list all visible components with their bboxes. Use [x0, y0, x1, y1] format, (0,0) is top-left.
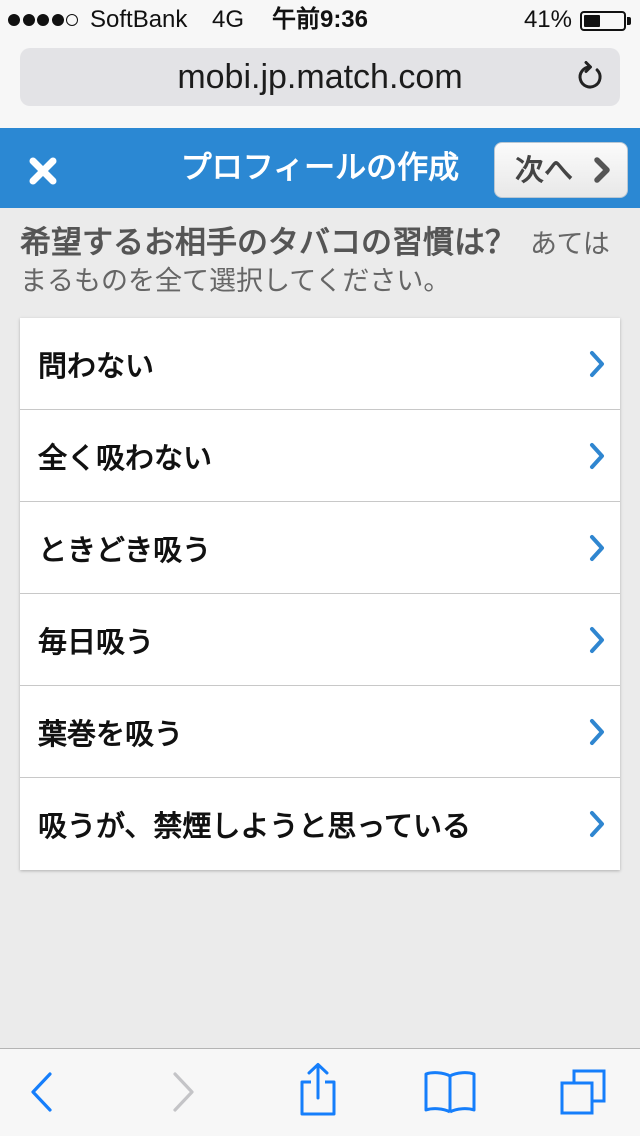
tabs-button[interactable] [559, 1068, 607, 1116]
option-never-smokes[interactable]: 全く吸わない [20, 410, 620, 502]
address-bar: mobi.jp.match.com [0, 40, 640, 128]
url-field[interactable]: mobi.jp.match.com [20, 48, 620, 106]
bookmarks-icon [424, 1071, 476, 1114]
close-icon [29, 157, 57, 185]
back-button[interactable] [30, 1072, 54, 1112]
url-text: mobi.jp.match.com [177, 58, 463, 96]
bookmarks-button[interactable] [423, 1070, 477, 1114]
chevron-right-icon [590, 442, 604, 469]
option-label: ときどき吸う [38, 532, 212, 567]
carrier-name: SoftBank [90, 6, 188, 33]
option-smokes-cigars[interactable]: 葉巻を吸う [20, 686, 620, 778]
option-label: 葉巻を吸う [38, 716, 184, 751]
chevron-right-icon [590, 718, 604, 745]
smoking-options-list: 問わない 全く吸わない ときどき吸う 毎日吸う 葉巻を吸う 吸うが、禁煙しようと… [20, 318, 620, 870]
option-no-preference[interactable]: 問わない [20, 318, 620, 410]
browser-toolbar [0, 1048, 640, 1136]
option-trying-to-quit[interactable]: 吸うが、禁煙しようと思っている [20, 778, 620, 870]
signal-dot [22, 14, 35, 26]
tabs-icon [560, 1069, 606, 1115]
question-title: 希望するお相手のタバコの習慣は？ [20, 225, 516, 261]
next-button-label: 次へ [515, 152, 574, 187]
signal-dot [8, 14, 20, 26]
battery-percentage: 41% [523, 6, 572, 33]
chevron-right-icon [594, 157, 610, 183]
battery-icon [580, 11, 626, 31]
chevron-right-icon [173, 1072, 194, 1112]
battery-tip [627, 17, 631, 25]
chevron-right-icon [590, 626, 604, 653]
chevron-right-icon [590, 350, 604, 377]
status-bar: SoftBank 4G 午前9:36 41% [0, 0, 640, 40]
chevron-right-icon [590, 811, 604, 837]
reload-button[interactable] [575, 61, 605, 93]
option-label: 問わない [38, 348, 155, 383]
option-smokes-daily[interactable]: 毎日吸う [20, 594, 620, 686]
option-occasionally-smokes[interactable]: ときどき吸う [20, 502, 620, 594]
header-bar: プロフィールの作成 次へ [0, 128, 640, 208]
option-label: 全く吸わない [38, 440, 213, 475]
signal-dot [37, 14, 49, 26]
close-button[interactable] [26, 154, 60, 188]
next-button[interactable]: 次へ [494, 142, 628, 198]
chevron-left-icon [31, 1072, 52, 1112]
clock: 午前9:36 [271, 6, 369, 33]
signal-dot [51, 14, 64, 26]
share-icon [300, 1063, 336, 1116]
chevron-right-icon [590, 534, 604, 561]
signal-strength-indicator [8, 14, 78, 26]
question-text: 希望するお相手のタバコの習慣は？ あてはまるものを全て選択してください。 [20, 208, 610, 302]
signal-dot [66, 14, 78, 26]
forward-button[interactable] [171, 1072, 195, 1112]
page-title: プロフィールの作成 [180, 150, 460, 186]
share-button[interactable] [298, 1062, 338, 1116]
option-label: 毎日吸う [38, 624, 155, 659]
battery-level-fill [584, 15, 600, 27]
reload-icon [578, 61, 602, 89]
option-label: 吸うが、禁煙しようと思っている [38, 809, 471, 843]
